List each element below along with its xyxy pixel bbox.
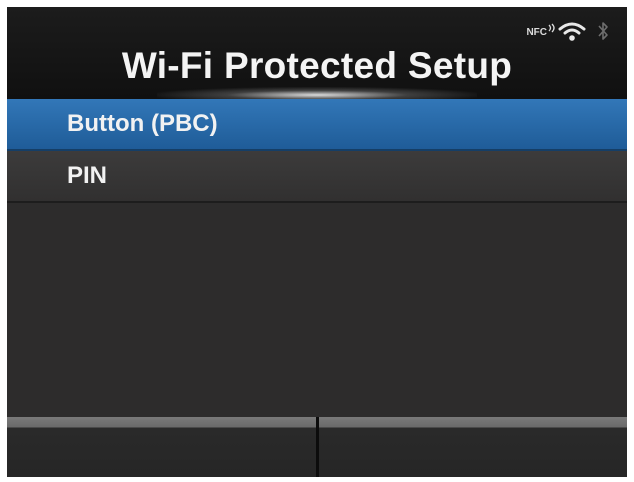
menu-item-label: Button (PBC): [67, 110, 218, 137]
printer-display: Wi-Fi Protected Setup NFC Button (PBC) P…: [7, 7, 627, 477]
page-title: Wi-Fi Protected Setup: [121, 45, 513, 86]
header-bar: Wi-Fi Protected Setup NFC: [7, 7, 627, 103]
softkey-left[interactable]: [7, 417, 316, 477]
softkey-bar: [7, 417, 627, 477]
menu-item-button-pbc[interactable]: Button (PBC): [7, 99, 627, 151]
status-icons: NFC: [526, 19, 609, 45]
wifi-icon: [557, 19, 587, 43]
bluetooth-icon: [597, 19, 609, 43]
nfc-icon: NFC: [526, 23, 555, 38]
softkey-right[interactable]: [315, 417, 627, 477]
wps-menu: Button (PBC) PIN: [7, 99, 627, 203]
menu-item-pin[interactable]: PIN: [7, 151, 627, 203]
nfc-label: NFC: [526, 27, 547, 38]
menu-item-label: PIN: [67, 162, 108, 189]
